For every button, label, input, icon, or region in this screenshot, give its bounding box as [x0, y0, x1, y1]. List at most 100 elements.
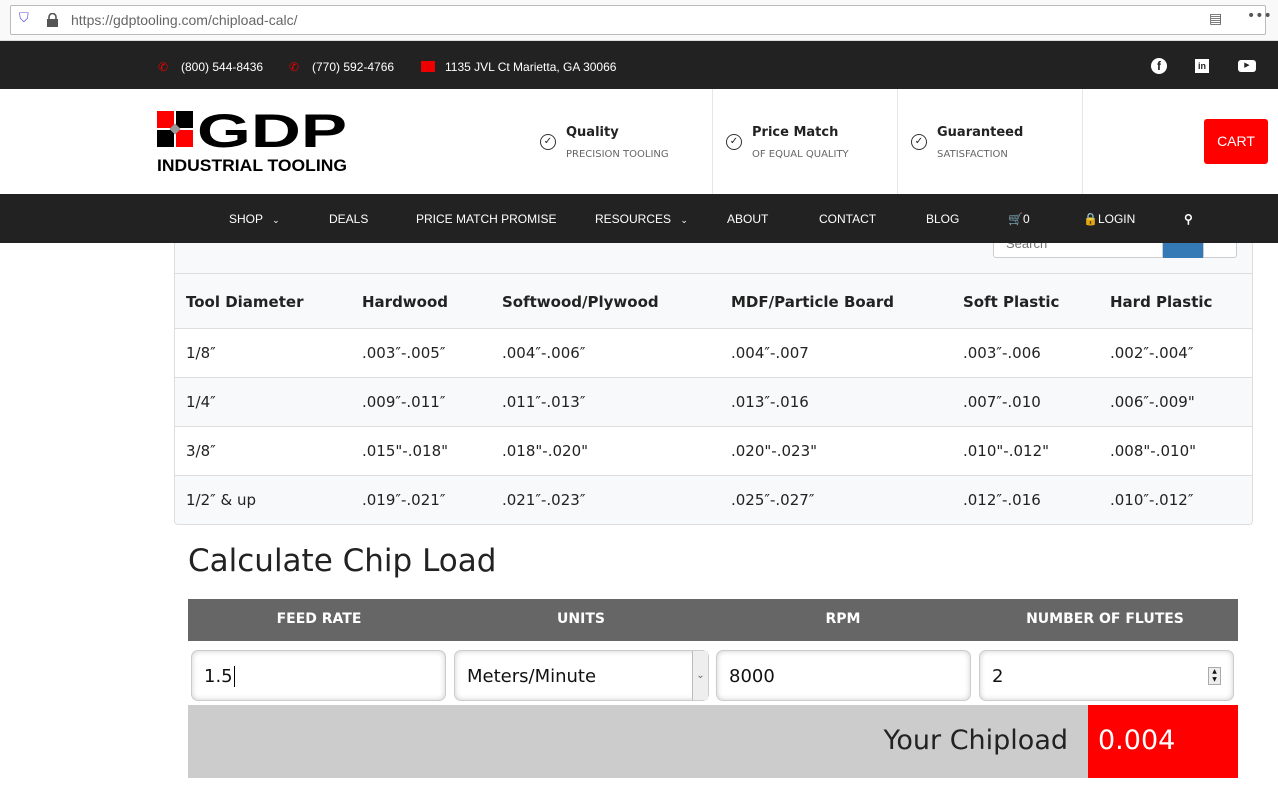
top-bar: ✆ (800) 544-8436 ✆ (770) 592-4766 1135 J… [0, 41, 1278, 89]
reader-view-icon[interactable]: ▤ [1209, 11, 1222, 27]
table-cell: 1/4″ [186, 393, 216, 411]
cart-icon: 🛒 [1008, 212, 1023, 226]
table-cell: .013″-.016 [731, 393, 809, 411]
column-header: Hardwood [362, 293, 449, 311]
table-cell: .008"-.010" [1110, 442, 1197, 460]
map-icon [421, 61, 435, 72]
column-header: Soft Plastic [963, 293, 1060, 311]
feature-subtitle: PRECISION TOOLING [566, 149, 669, 160]
nav-blog[interactable]: BLOG [926, 212, 959, 226]
phone-icon: ✆ [158, 60, 169, 74]
table-cell: .020"-.023" [731, 442, 818, 460]
feature-subtitle: OF EQUAL QUALITY [752, 149, 849, 160]
number-stepper[interactable]: ▲ ▼ [1208, 667, 1221, 685]
table-row: 1/8″ .003″-.005″ .004″-.006″ .004″-.007 .003… [175, 328, 1252, 377]
logo-mark-icon: GDP INDUSTRIAL TOOLING [157, 104, 347, 175]
chevron-down-icon: ⌄ [272, 215, 280, 225]
table-cell: .019″-.021″ [362, 491, 446, 509]
youtube-icon[interactable]: ▶ [1238, 60, 1256, 72]
feature-subtitle: SATISFACTION [937, 149, 1008, 160]
facebook-icon[interactable]: f [1151, 58, 1167, 74]
nav-login[interactable]: 🔒LOGIN [1083, 212, 1135, 226]
table-cell: .010″-.012″ [1110, 491, 1194, 509]
check-circle-icon: ✓ [726, 134, 742, 150]
table-cell: 1/2″ & up [186, 491, 257, 509]
nav-price-match[interactable]: PRICE MATCH PROMISE [416, 212, 556, 226]
chevron-down-icon[interactable]: ⌄ [692, 651, 708, 700]
header-flutes: NUMBER OF FLUTES [1026, 611, 1184, 627]
logo[interactable]: GDP INDUSTRIAL TOOLING [157, 104, 349, 179]
nav-contact[interactable]: CONTACT [819, 212, 876, 226]
table-cell: .004″-.006″ [502, 344, 586, 362]
address[interactable]: 1135 JVL Ct Marietta, GA 30066 [445, 60, 616, 74]
table-cell: .012″-.016 [963, 491, 1041, 509]
phone-icon: ✆ [289, 60, 300, 74]
feature-price-match: ✓ Price Match OF EQUAL QUALITY [712, 89, 898, 194]
url-text: https://gdptooling.com/chipload-calc/ [71, 12, 298, 28]
feature-title: Guaranteed [937, 125, 1024, 140]
nav-cart[interactable]: 🛒0 [1008, 212, 1030, 226]
table-cell: .025″-.027″ [731, 491, 815, 509]
browser-toolbar: ⛉ https://gdptooling.com/chipload-calc/ … [0, 0, 1278, 41]
feature-quality: ✓ Quality PRECISION TOOLING [527, 89, 713, 194]
more-icon[interactable]: ••• [1247, 8, 1272, 24]
header-units: UNITS [557, 611, 605, 627]
nav-shop[interactable]: SHOP ⌄ [229, 212, 280, 226]
feature-guaranteed: ✓ Guaranteed SATISFACTION [897, 89, 1083, 194]
result-bar: Your Chipload [188, 705, 1088, 778]
shield-icon: ⛉ [19, 11, 29, 26]
header-feed-rate: FEED RATE [276, 611, 362, 627]
table-cell: .010"-.012" [963, 442, 1050, 460]
result-label: Your Chipload [883, 725, 1068, 756]
search-icon[interactable]: ⚲ [1184, 212, 1193, 226]
feed-rate-input[interactable]: 1.5 [191, 650, 446, 701]
table-row: 1/2″ & up .019″-.021″ .021″-.023″ .025″-.02… [175, 475, 1252, 524]
svg-text:GDP: GDP [197, 111, 347, 157]
site-header: GDP INDUSTRIAL TOOLING ✓ Quality PRECISI… [0, 89, 1278, 194]
column-header: Hard Plastic [1110, 293, 1213, 311]
table-cell: .021″-.023″ [502, 491, 586, 509]
table-cell: .004″-.007 [731, 344, 809, 362]
nav-about[interactable]: ABOUT [727, 212, 768, 226]
nav-resources[interactable]: RESOURCES ⌄ [595, 212, 688, 226]
table-row: 3/8″ .015"-.018" .018"-.020" .020"-.023" .01… [175, 426, 1252, 475]
linkedin-icon[interactable]: in [1195, 59, 1209, 73]
table-cell: .006″-.009" [1110, 393, 1195, 411]
column-header: MDF/Particle Board [731, 293, 894, 311]
table-cell: .003″-.006 [963, 344, 1041, 362]
column-header: Softwood/Plywood [502, 293, 659, 311]
table-cell: .003″-.005″ [362, 344, 446, 362]
url-bar[interactable]: ⛉ https://gdptooling.com/chipload-calc/ … [10, 5, 1272, 35]
flutes-input[interactable]: 2 ▲ ▼ [979, 650, 1234, 701]
feature-title: Price Match [752, 125, 839, 140]
check-circle-icon: ✓ [911, 134, 927, 150]
feature-title: Quality [566, 125, 619, 140]
table-cell: 3/8″ [186, 442, 216, 460]
table-cell: .018"-.020" [502, 442, 589, 460]
result-value: 0.004 [1088, 705, 1238, 778]
lock-icon: 🔒 [1083, 212, 1098, 226]
chevron-down-icon: ⌄ [680, 215, 688, 225]
column-header: Tool Diameter [186, 293, 304, 311]
table-cell: .011″-.013″ [502, 393, 586, 411]
table-row: 1/4″ .009″-.011″ .011″-.013″ .013″-.016 .007… [175, 377, 1252, 426]
calc-title: Calculate Chip Load [188, 543, 497, 579]
check-circle-icon: ✓ [540, 134, 556, 150]
table-cell: .002″-.004″ [1110, 344, 1194, 362]
units-select[interactable]: Meters/Minute ⌄ [454, 650, 709, 701]
lock-icon [47, 12, 58, 27]
table-cell: .007″-.010 [963, 393, 1041, 411]
phone-2[interactable]: (770) 592-4766 [312, 60, 394, 74]
main-nav: SHOP ⌄ DEALS PRICE MATCH PROMISE RESOURC… [0, 194, 1278, 243]
phone-1[interactable]: (800) 544-8436 [181, 60, 263, 74]
table-cell: 1/8″ [186, 344, 216, 362]
header-rpm: RPM [825, 611, 861, 627]
table-header-row: Tool Diameter Hardwood Softwood/Plywood MDF… [175, 273, 1252, 328]
table-cell: .015"-.018" [362, 442, 449, 460]
rpm-input[interactable]: 8000 [716, 650, 971, 701]
table-cell: .009″-.011″ [362, 393, 446, 411]
nav-deals[interactable]: DEALS [329, 212, 368, 226]
calc-header: FEED RATE UNITS RPM NUMBER OF FLUTES [188, 599, 1238, 641]
cart-button[interactable]: CART [1204, 119, 1268, 164]
svg-text:INDUSTRIAL TOOLING: INDUSTRIAL TOOLING [157, 156, 347, 175]
